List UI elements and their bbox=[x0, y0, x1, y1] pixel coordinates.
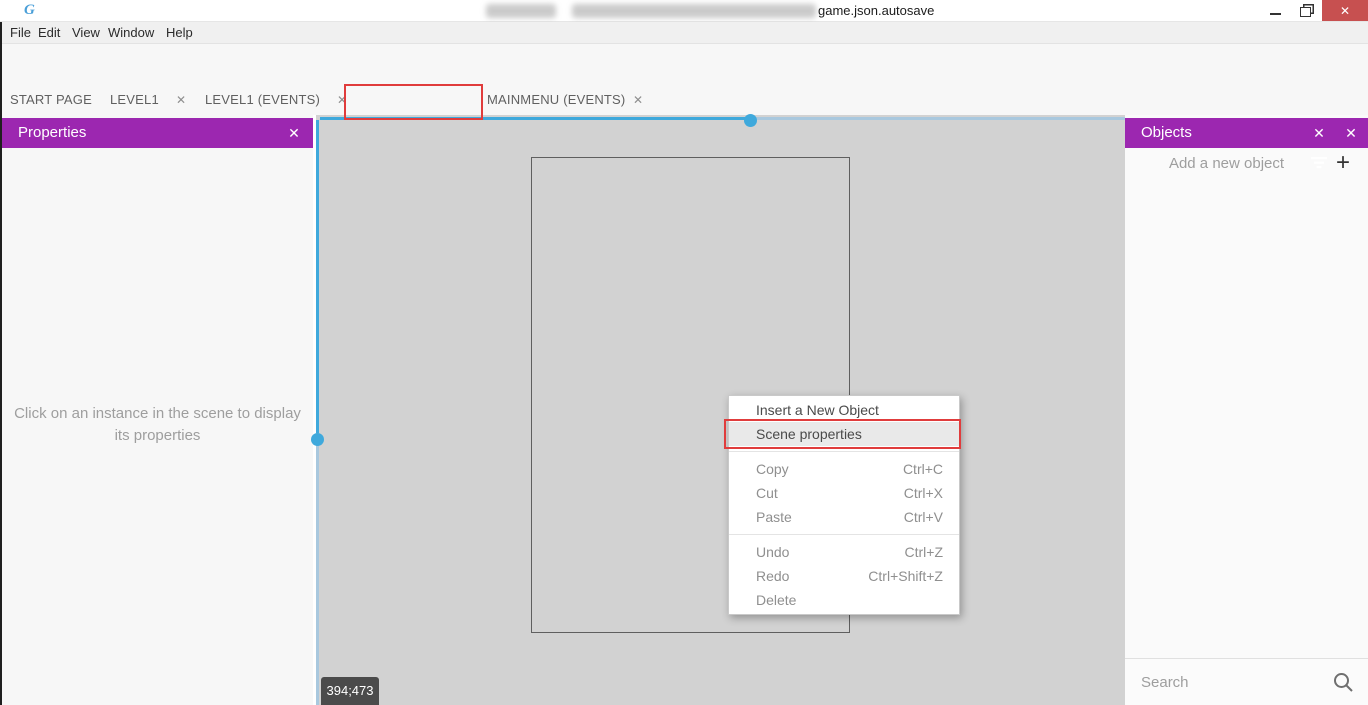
search-input[interactable] bbox=[1141, 670, 1321, 694]
window-title: game.json.autosave bbox=[818, 3, 934, 18]
menu-bar: File Edit View Window Help bbox=[0, 22, 1368, 44]
context-menu: Insert a New Object Scene properties Cop… bbox=[728, 395, 960, 615]
vertical-scrollbar-track[interactable] bbox=[316, 120, 319, 433]
tab-mainmenu-events-close-icon[interactable] bbox=[633, 85, 643, 115]
context-menu-item-label: Delete bbox=[756, 592, 796, 608]
tab-bar: START PAGE LEVEL1 LEVEL1 (EVENTS) MAINME… bbox=[0, 85, 1368, 115]
context-menu-item-undo[interactable]: Undo Ctrl+Z bbox=[729, 540, 959, 564]
tab-level1-events[interactable]: LEVEL1 (EVENTS) bbox=[205, 85, 320, 115]
context-menu-item-label: Copy bbox=[756, 461, 789, 477]
properties-close-icon[interactable] bbox=[283, 118, 305, 148]
objects-panel-header: Objects bbox=[1125, 118, 1368, 148]
plus-icon[interactable] bbox=[1336, 148, 1350, 180]
horizontal-scrollbar-track[interactable] bbox=[320, 117, 745, 120]
context-menu-shortcut: Ctrl+Z bbox=[905, 540, 944, 564]
horizontal-scrollbar-track[interactable] bbox=[745, 117, 1125, 120]
toolbar: 1:1 bbox=[0, 44, 1368, 85]
tab-start-page[interactable]: START PAGE bbox=[10, 85, 92, 115]
search-icon[interactable] bbox=[1332, 671, 1354, 693]
redacted-path-segment bbox=[486, 4, 556, 18]
context-menu-separator bbox=[729, 534, 959, 535]
menu-edit[interactable]: Edit bbox=[34, 22, 64, 44]
context-menu-shortcut: Ctrl+V bbox=[904, 505, 943, 529]
context-menu-item-label: Redo bbox=[756, 568, 789, 584]
restore-icon[interactable] bbox=[1292, 0, 1322, 21]
context-menu-item-label: Insert a New Object bbox=[756, 402, 879, 418]
gdevelop-logo-icon: G bbox=[24, 2, 42, 20]
tab-level1-events-close-icon[interactable] bbox=[337, 85, 347, 115]
scene-editor-canvas[interactable] bbox=[316, 115, 1125, 705]
menu-window[interactable]: Window bbox=[104, 22, 158, 44]
objects-close-icon[interactable] bbox=[1340, 118, 1362, 148]
add-object-label: Add a new object bbox=[1125, 148, 1328, 180]
context-menu-item-label: Cut bbox=[756, 485, 778, 501]
context-menu-item-delete[interactable]: Delete bbox=[729, 588, 959, 612]
filter-icon[interactable] bbox=[1306, 118, 1332, 148]
context-menu-shortcut: Ctrl+X bbox=[904, 481, 943, 505]
minimize-icon[interactable] bbox=[1258, 0, 1292, 21]
context-menu-item-label: Undo bbox=[756, 544, 789, 560]
tab-level1[interactable]: LEVEL1 bbox=[110, 85, 159, 115]
properties-panel-title: Properties bbox=[18, 118, 86, 148]
objects-panel: Objects Add a new object bbox=[1125, 115, 1368, 705]
properties-panel-header: Properties bbox=[2, 118, 313, 148]
menu-help[interactable]: Help bbox=[162, 22, 197, 44]
redacted-path-segment bbox=[572, 4, 816, 18]
tab-level1-close-icon[interactable] bbox=[176, 85, 186, 115]
context-menu-shortcut: Ctrl+Shift+Z bbox=[868, 564, 943, 588]
context-menu-item-scene-properties[interactable]: Scene properties bbox=[729, 422, 959, 446]
menu-file[interactable]: File bbox=[6, 22, 35, 44]
context-menu-item-copy[interactable]: Copy Ctrl+C bbox=[729, 457, 959, 481]
close-icon[interactable] bbox=[1322, 0, 1368, 21]
context-menu-item-redo[interactable]: Redo Ctrl+Shift+Z bbox=[729, 564, 959, 588]
add-object-row[interactable]: Add a new object bbox=[1125, 148, 1368, 180]
objects-panel-title: Objects bbox=[1141, 118, 1192, 148]
context-menu-item-label: Paste bbox=[756, 509, 792, 525]
context-menu-item-insert-object[interactable]: Insert a New Object bbox=[729, 398, 959, 422]
application-window: G game.json.autosave File Edit View Wind… bbox=[0, 0, 1368, 705]
context-menu-item-label: Scene properties bbox=[756, 426, 862, 442]
properties-panel: Properties Click on an instance in the s… bbox=[2, 115, 313, 705]
vertical-scrollbar-thumb[interactable] bbox=[311, 433, 324, 446]
cursor-coordinates-badge: 394;473 bbox=[321, 677, 379, 705]
properties-empty-message: Click on an instance in the scene to dis… bbox=[14, 403, 301, 447]
context-menu-item-paste[interactable]: Paste Ctrl+V bbox=[729, 505, 959, 529]
context-menu-separator bbox=[729, 451, 959, 452]
horizontal-scrollbar-thumb[interactable] bbox=[744, 114, 757, 127]
tab-mainmenu-events[interactable]: MAINMENU (EVENTS) bbox=[487, 85, 625, 115]
vertical-scrollbar-track[interactable] bbox=[316, 433, 319, 705]
context-menu-shortcut: Ctrl+C bbox=[903, 457, 943, 481]
context-menu-item-cut[interactable]: Cut Ctrl+X bbox=[729, 481, 959, 505]
title-bar: G game.json.autosave bbox=[0, 0, 1368, 22]
objects-search-row bbox=[1125, 658, 1368, 705]
menu-view[interactable]: View bbox=[68, 22, 104, 44]
